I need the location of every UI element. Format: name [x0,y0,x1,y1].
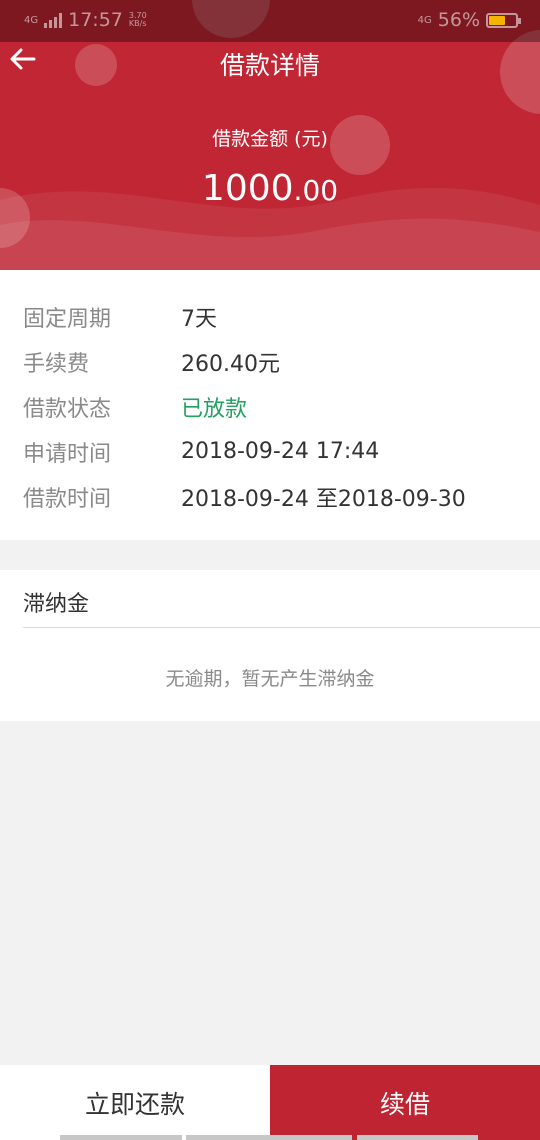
detail-label: 借款状态 [23,396,112,422]
detail-value: 7天 [181,306,217,332]
signal-icon [44,12,63,28]
detail-row-fee: 手续费 260.40元 [0,339,540,384]
detail-label: 申请时间 [23,441,112,467]
detail-row-apply-time: 申请时间 2018-09-24 17:44 [0,429,540,474]
detail-value: 2018-09-24 至2018-09-30 [181,486,466,512]
divider [23,627,540,628]
loan-details-card: 固定周期 7天 手续费 260.40元 借款状态 已放款 申请时间 2018-0… [0,270,540,540]
detail-label: 借款时间 [23,486,112,512]
detail-label: 手续费 [23,351,90,377]
late-fee-empty-text: 无逾期，暂无产生滞纳金 [165,668,375,690]
battery-icon [486,12,521,28]
network-type-left: 4G [24,14,39,26]
network-speed: 3.70 KB/s [129,12,147,28]
battery-percent: 56% [437,9,480,31]
nav-hint-bar [60,1135,182,1140]
battery-fill [489,15,505,25]
loan-amount: 1000.00 [0,168,540,209]
status-badge: 已放款 [181,396,248,422]
detail-row-period: 固定周期 7天 [0,294,540,339]
detail-row-status: 借款状态 已放款 [0,384,540,429]
nav-hint-bar [186,1135,352,1140]
detail-value: 2018-09-24 17:44 [181,439,380,464]
detail-row-loan-time: 借款时间 2018-09-24 至2018-09-30 [0,474,540,519]
network-type-right: 4G [417,14,432,26]
loan-amount-label: 借款金额 (元) [212,128,328,150]
repay-now-button[interactable]: 立即还款 [0,1065,270,1140]
header-banner: 4G 17:57 3.70 KB/s 4G 56% 借款详情 借款金额 (元) … [0,0,540,270]
page-title: 借款详情 [219,51,320,80]
detail-label: 固定周期 [23,306,112,332]
late-fee-card: 滞纳金 无逾期，暂无产生滞纳金 [0,570,540,721]
status-bar: 4G 17:57 3.70 KB/s 4G 56% [0,0,540,42]
bottom-action-bar: 立即还款 续借 [0,1065,540,1140]
detail-value: 260.40元 [181,351,280,377]
network-speed-unit: KB/s [128,19,147,28]
renew-loan-button[interactable]: 续借 [270,1065,540,1140]
status-time: 17:57 [68,9,123,31]
loan-amount-integer: 1000 [201,168,294,209]
nav-hint-bar [357,1135,478,1140]
late-fee-title: 滞纳金 [23,592,90,617]
loan-amount-decimal: .00 [293,174,339,207]
